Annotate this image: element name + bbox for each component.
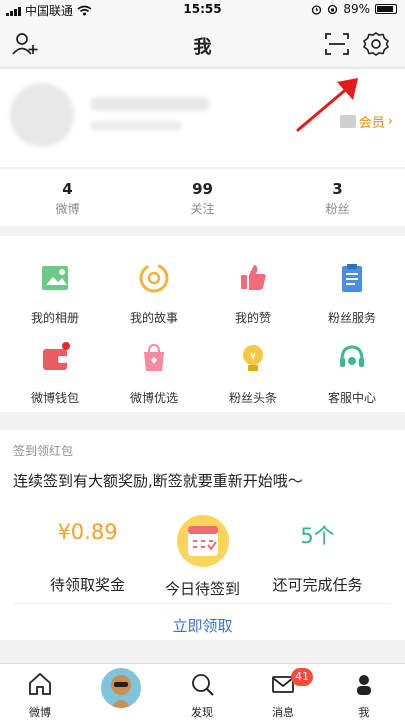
vip-member-link[interactable]: 会员 › [339, 112, 393, 131]
alarm-icon [312, 4, 322, 15]
tab-avatar[interactable] [81, 668, 161, 711]
blurred-avatar [10, 83, 74, 147]
clipboard-icon [342, 264, 362, 292]
grid-label: 我的赞 [234, 311, 271, 325]
checkin-red-envelope-card: 签到领红包 连续签到有大额奖励,断签就要重新开始哦～ ¥0.89 待领取奖金 今… [0, 430, 405, 640]
profile-stats: 4 微博 99 关注 3 粉丝 [0, 168, 405, 226]
tab-home[interactable]: 微博 [0, 670, 80, 720]
battery-percent: 89% [343, 2, 370, 16]
headset-icon [340, 345, 364, 367]
tab-discover[interactable]: 发现 [162, 670, 242, 720]
grid-label: 粉丝服务 [327, 311, 376, 325]
remaining-tasks[interactable]: 5个 还可完成任务 [250, 514, 385, 595]
grid-label: 微博优选 [129, 391, 178, 405]
battery-icon [375, 4, 397, 14]
grid-item-likes[interactable]: 我的赞 [203, 261, 303, 343]
grid-item-fan-headlines[interactable]: 粉丝头条 [203, 341, 303, 423]
tasks-label: 还可完成任务 [272, 576, 363, 594]
tasks-value: 5个 [300, 524, 335, 548]
tab-label: 发现 [191, 706, 213, 719]
stat-following[interactable]: 99 关注 [135, 169, 270, 226]
bottom-tab-bar: 微博 发现 41 消息 我 [0, 663, 405, 723]
grid-item-album[interactable]: 我的相册 [5, 261, 105, 343]
stat-value: 4 [62, 180, 73, 198]
grid-label: 粉丝头条 [228, 391, 277, 405]
grid-label: 微博钱包 [30, 391, 79, 405]
feature-grid: 我的相册 我的故事 我的赞 粉丝服务 微博钱包 微博优选 粉丝头条 客服中心 [0, 236, 405, 412]
wallet-icon [43, 342, 70, 370]
grid-item-fan-service[interactable]: 粉丝服务 [302, 261, 402, 343]
stat-label: 关注 [190, 202, 215, 216]
vip-icon [339, 115, 356, 128]
tab-messages[interactable]: 41 消息 [243, 668, 323, 720]
card-divider [14, 603, 391, 604]
grid-item-weibo-select[interactable]: 微博优选 [104, 341, 204, 423]
tab-me[interactable]: 我 [324, 670, 404, 720]
tab-label: 我 [358, 706, 370, 719]
tab-label: 微博 [29, 706, 51, 719]
navigation-bar: 我 [0, 20, 405, 68]
profile-card[interactable]: 会员 › [0, 69, 405, 167]
vip-label: 会员 [358, 116, 385, 131]
stat-value: 3 [332, 180, 343, 198]
shopping-bag-icon [144, 343, 164, 371]
claim-now-button[interactable]: 立即领取 [0, 615, 405, 636]
grid-item-customer-service[interactable]: 客服中心 [302, 341, 402, 423]
blurred-username [90, 97, 210, 111]
scan-icon[interactable] [322, 30, 352, 58]
settings-gear-icon[interactable] [361, 30, 391, 58]
grid-label: 我的相册 [30, 311, 79, 325]
grid-item-wallet[interactable]: 微博钱包 [5, 341, 105, 423]
grid-label: 客服中心 [327, 391, 376, 405]
story-icon [139, 263, 169, 293]
grid-item-story[interactable]: 我的故事 [104, 261, 204, 343]
stat-label: 粉丝 [325, 202, 350, 216]
bulb-icon [243, 345, 263, 371]
grid-label: 我的故事 [129, 311, 178, 325]
home-icon [29, 672, 51, 695]
photo-album-icon [42, 266, 68, 290]
blurred-profile-description [90, 121, 182, 131]
thumb-up-icon [241, 265, 266, 290]
chevron-right-icon: › [387, 114, 393, 129]
stat-value: 99 [192, 180, 213, 198]
checkin-promo-text: 连续签到有大额奖励,断签就要重新开始哦～ [13, 472, 303, 490]
tab-label: 消息 [272, 706, 294, 719]
avatar-icon [101, 668, 141, 708]
stat-label: 微博 [55, 202, 80, 216]
status-bar: 中国联通 15:55 89% [0, 0, 405, 20]
stat-followers[interactable]: 3 粉丝 [270, 169, 405, 226]
stat-weibo[interactable]: 4 微博 [0, 169, 135, 226]
calendar-checkin-icon [176, 515, 229, 567]
profile-icon [357, 675, 371, 695]
unread-badge: 41 [291, 668, 313, 686]
checkin-title: 签到领红包 [13, 444, 74, 458]
status-indicators: 89% [311, 2, 397, 16]
rotation-lock-icon [328, 4, 338, 14]
search-icon [192, 674, 214, 696]
